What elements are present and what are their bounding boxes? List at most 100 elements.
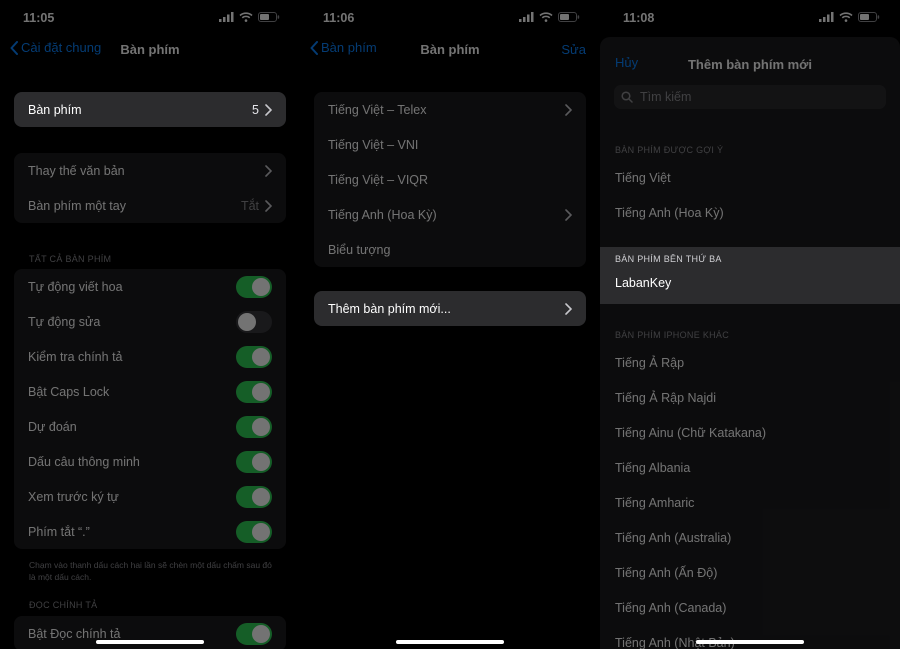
toggle-switch[interactable] bbox=[236, 520, 272, 543]
edit-button[interactable]: Sửa bbox=[561, 42, 586, 57]
search-icon bbox=[621, 91, 633, 103]
keyboard-label: Tiếng Anh (Hoa Kỳ) bbox=[328, 207, 437, 222]
third-party-section: BÀN PHÍM BÊN THỨ BA LabanKey bbox=[600, 247, 900, 304]
other-keyboard-item[interactable]: Tiếng Amharic bbox=[600, 485, 900, 520]
other-keyboard-item[interactable]: Tiếng Ainu (Chữ Katakana) bbox=[600, 415, 900, 450]
other-keyboard-item[interactable]: Tiếng Anh (Nhật Bản) bbox=[600, 625, 900, 649]
keyboard-label: Tiếng Việt – VIQR bbox=[328, 172, 429, 187]
toggle-switch[interactable] bbox=[236, 415, 272, 438]
suggested-keyboard-item[interactable]: Tiếng Anh (Hoa Kỳ) bbox=[600, 195, 900, 230]
toggle-label: Xem trước ký tự bbox=[28, 489, 119, 504]
toggle-label: Dự đoán bbox=[28, 419, 77, 434]
third-party-keyboard-item[interactable]: LabanKey bbox=[600, 265, 900, 300]
other-keyboard-item[interactable]: Tiếng Anh (Canada) bbox=[600, 590, 900, 625]
wifi-icon bbox=[239, 12, 253, 22]
one-handed-label: Bàn phím một tay bbox=[28, 198, 126, 213]
add-keyboard-screen: 11:08 Hủy Thêm bàn phím mới BÀN PHÍM ĐƯỢ… bbox=[600, 0, 900, 649]
signal-icon bbox=[519, 12, 534, 22]
wifi-icon bbox=[539, 12, 553, 22]
nav-bar: Bàn phím Bàn phím Sửa bbox=[300, 40, 600, 62]
toggle-switch[interactable] bbox=[236, 450, 272, 473]
home-indicator bbox=[96, 640, 204, 644]
toggle-label: Tự động sửa bbox=[28, 314, 101, 329]
toggle-row: Tự động viết hoa bbox=[14, 269, 286, 304]
toggle-switch[interactable] bbox=[236, 310, 272, 333]
toggle-row: Dự đoán bbox=[14, 409, 286, 444]
keyboard-label: Tiếng Việt – Telex bbox=[328, 102, 427, 117]
status-icons bbox=[819, 12, 880, 22]
keyboards-row[interactable]: Bàn phím 5 bbox=[14, 92, 286, 127]
keyboards-group: Bàn phím 5 bbox=[14, 92, 286, 127]
cancel-button[interactable]: Hủy bbox=[615, 55, 638, 70]
keyboard-row[interactable]: Tiếng Anh (Hoa Kỳ) bbox=[314, 197, 586, 232]
add-keyboard-group: Thêm bàn phím mới... bbox=[314, 291, 586, 326]
add-keyboard-sheet: Hủy Thêm bàn phím mới BÀN PHÍM ĐƯỢC GỢI … bbox=[600, 37, 900, 649]
toggle-switch[interactable] bbox=[236, 345, 272, 368]
toggle-switch[interactable] bbox=[236, 380, 272, 403]
chevron-right-icon bbox=[265, 199, 272, 212]
status-icons bbox=[219, 12, 280, 22]
toggle-switch[interactable] bbox=[236, 275, 272, 298]
dictation-label: Bật Đọc chính tả bbox=[28, 626, 121, 641]
home-indicator bbox=[396, 640, 504, 644]
back-button[interactable]: Bàn phím bbox=[310, 40, 377, 55]
status-bar: 11:05 bbox=[0, 0, 300, 36]
keyboard-row[interactable]: Tiếng Việt – VNI bbox=[314, 127, 586, 162]
footer-note: Chạm vào thanh dấu cách hai lần sẽ chèn … bbox=[29, 560, 272, 582]
back-label: Bàn phím bbox=[321, 40, 377, 55]
toggle-row: Xem trước ký tự bbox=[14, 479, 286, 514]
add-new-keyboard-label: Thêm bàn phím mới... bbox=[328, 301, 451, 316]
installed-keyboards-group: Tiếng Việt – Telex Tiếng Việt – VNI Tiếng … bbox=[314, 92, 586, 267]
keyboards-label: Bàn phím bbox=[28, 102, 82, 117]
text-replacement-label: Thay thế văn bản bbox=[28, 163, 125, 178]
toggle-row: Tự động sửa bbox=[14, 304, 286, 339]
status-bar: 11:08 bbox=[600, 0, 900, 36]
toggle-row: Phím tắt “.” bbox=[14, 514, 286, 549]
toggle-label: Tự động viết hoa bbox=[28, 279, 123, 294]
third-party-header: BÀN PHÍM BÊN THỨ BA bbox=[615, 254, 722, 264]
keyboard-row[interactable]: Tiếng Việt – VIQR bbox=[314, 162, 586, 197]
battery-icon bbox=[858, 12, 880, 22]
search-field[interactable] bbox=[614, 85, 886, 109]
all-keyboards-header: TẤT CẢ BÀN PHÍM bbox=[29, 254, 112, 264]
toggle-row: Kiểm tra chính tả bbox=[14, 339, 286, 374]
status-time: 11:06 bbox=[323, 11, 355, 25]
signal-icon bbox=[819, 12, 834, 22]
dictation-header: ĐỌC CHÍNH TẢ bbox=[29, 600, 98, 610]
toggle-label: Phím tắt “.” bbox=[28, 524, 90, 539]
status-bar: 11:06 bbox=[300, 0, 600, 36]
back-button[interactable]: Cài đặt chung bbox=[10, 40, 101, 55]
other-keyboard-item[interactable]: Tiếng Anh (Australia) bbox=[600, 520, 900, 555]
other-keyboard-item[interactable]: Tiếng Anh (Ấn Độ) bbox=[600, 555, 900, 590]
toggle-switch[interactable] bbox=[236, 485, 272, 508]
other-keyboard-item[interactable]: Tiếng Albania bbox=[600, 450, 900, 485]
one-handed-keyboard-row[interactable]: Bàn phím một tay Tắt bbox=[14, 188, 286, 223]
home-indicator bbox=[696, 640, 804, 644]
text-replacement-row[interactable]: Thay thế văn bản bbox=[14, 153, 286, 188]
chevron-right-icon bbox=[265, 164, 272, 177]
keyboards-count: 5 bbox=[252, 102, 259, 117]
chevron-right-icon bbox=[265, 103, 272, 116]
other-keyboard-item[interactable]: Tiếng Ả Rập bbox=[600, 345, 900, 380]
sheet-nav-bar: Hủy Thêm bàn phím mới bbox=[600, 55, 900, 77]
suggested-keyboard-item[interactable]: Tiếng Việt bbox=[600, 160, 900, 195]
keyboard-row[interactable]: Tiếng Việt – Telex bbox=[314, 92, 586, 127]
chevron-left-icon bbox=[10, 40, 18, 55]
nav-bar: Cài đặt chung Bàn phím bbox=[0, 40, 300, 62]
wifi-icon bbox=[839, 12, 853, 22]
add-new-keyboard-row[interactable]: Thêm bàn phím mới... bbox=[314, 291, 586, 326]
keyboard-row[interactable]: Biểu tượng bbox=[314, 232, 586, 267]
chevron-left-icon bbox=[310, 40, 318, 55]
chevron-right-icon bbox=[565, 103, 572, 116]
other-keyboard-item[interactable]: Tiếng Ả Rập Najdi bbox=[600, 380, 900, 415]
keyboard-label: Biểu tượng bbox=[328, 242, 391, 257]
suggested-header: BÀN PHÍM ĐƯỢC GỢI Ý bbox=[615, 145, 724, 155]
dictation-toggle[interactable] bbox=[236, 622, 272, 645]
third-party-list: LabanKey bbox=[600, 265, 900, 300]
status-icons bbox=[519, 12, 580, 22]
toggle-label: Dấu câu thông minh bbox=[28, 454, 140, 469]
sheet-title: Thêm bàn phím mới bbox=[687, 57, 813, 72]
text-options-group: Thay thế văn bản Bàn phím một tay Tắt bbox=[14, 153, 286, 223]
dictation-row: Bật Đọc chính tả bbox=[14, 616, 286, 649]
search-input[interactable] bbox=[638, 89, 872, 105]
